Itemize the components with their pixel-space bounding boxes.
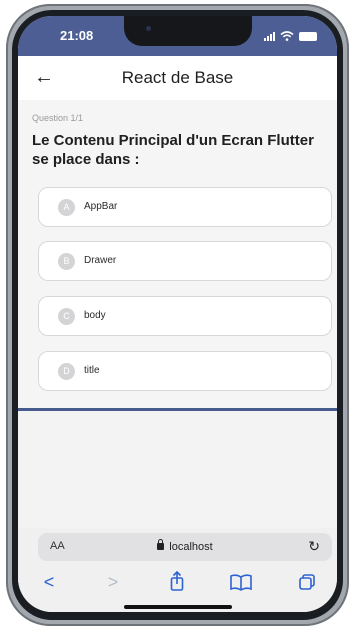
- browser-back-icon[interactable]: <: [34, 570, 64, 594]
- answer-option-b[interactable]: B Drawer: [38, 241, 332, 281]
- front-camera-icon: [146, 26, 151, 31]
- empty-area: [18, 411, 337, 528]
- url-text: localhost: [169, 541, 213, 553]
- option-letter-badge: A: [58, 199, 75, 216]
- url-display: localhost: [38, 539, 332, 553]
- address-bar[interactable]: AA localhost ↻: [38, 533, 332, 561]
- option-letter-badge: C: [58, 308, 75, 325]
- option-letter-badge: D: [58, 363, 75, 380]
- share-icon[interactable]: [162, 570, 192, 594]
- wifi-icon: [280, 31, 294, 41]
- quiz-content: Question 1/1 Le Contenu Principal d'un E…: [18, 100, 337, 408]
- option-label: AppBar: [84, 201, 118, 212]
- lock-icon: [157, 539, 165, 550]
- status-bar: 21:08: [18, 16, 337, 56]
- browser-forward-icon[interactable]: >: [98, 570, 128, 594]
- page-title: React de Base: [121, 68, 234, 87]
- option-letter-badge: B: [58, 253, 75, 270]
- bookmarks-icon[interactable]: [226, 570, 256, 594]
- reload-icon[interactable]: ↻: [308, 538, 320, 555]
- home-indicator[interactable]: [124, 605, 232, 609]
- signal-icon: [264, 31, 275, 41]
- question-counter: Question 1/1: [32, 113, 84, 123]
- camera-notch: [124, 16, 252, 46]
- screen: 21:08 ← React de Base Question 1/1 Le Co…: [18, 16, 337, 612]
- answer-option-c[interactable]: C body: [38, 296, 332, 336]
- answer-option-a[interactable]: A AppBar: [38, 187, 332, 227]
- tabs-icon[interactable]: [292, 570, 322, 594]
- status-time: 21:08: [60, 28, 94, 43]
- browser-nav-row: < >: [18, 570, 337, 594]
- question-text: Le Contenu Principal d'un Ecran Flutter …: [32, 132, 314, 168]
- option-label: title: [84, 365, 100, 376]
- browser-toolbar: AA localhost ↻ < >: [18, 528, 337, 612]
- app-bar: ← React de Base: [18, 56, 337, 100]
- battery-icon: [299, 32, 317, 41]
- answer-option-d[interactable]: D title: [38, 351, 332, 391]
- option-label: Drawer: [84, 255, 117, 266]
- option-label: body: [84, 310, 106, 321]
- status-icons: [264, 29, 317, 41]
